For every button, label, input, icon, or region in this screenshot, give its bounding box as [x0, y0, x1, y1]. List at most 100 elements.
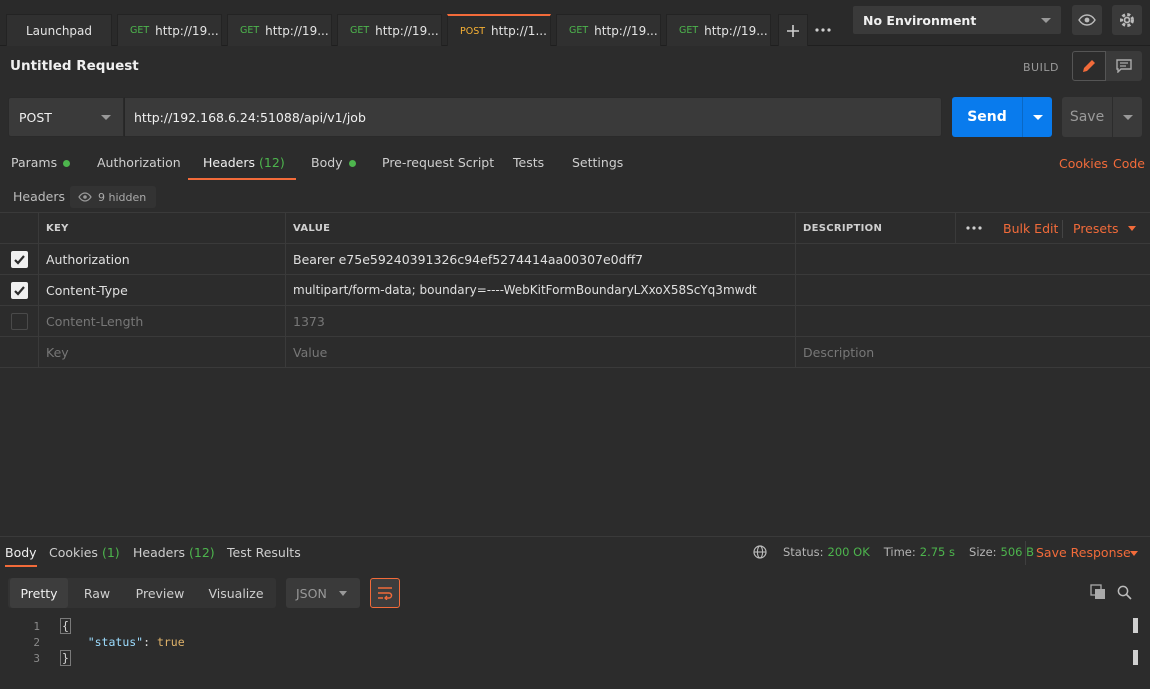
row-checkbox-cell: [0, 306, 38, 336]
response-tab-cookies[interactable]: Cookies (1): [49, 545, 120, 560]
tab-options-button[interactable]: [809, 14, 837, 46]
tab-method: POST: [460, 25, 486, 37]
tab-label: http://19...: [375, 23, 439, 38]
save-response-button[interactable]: Save Response: [1036, 545, 1131, 560]
header-description-cell[interactable]: [795, 306, 1150, 336]
table-row: Authorization Bearer e75e59240391326c94e…: [0, 244, 1150, 275]
environment-quick-look-button[interactable]: [1072, 5, 1102, 35]
view-visualize-button[interactable]: Visualize: [200, 578, 272, 608]
header-enabled-checkbox[interactable]: [10, 281, 28, 299]
eye-icon: [78, 192, 92, 202]
bulk-edit-link[interactable]: Bulk Edit: [1003, 213, 1058, 243]
globe-icon: [753, 545, 767, 559]
tab-request-2[interactable]: GET http://19...: [227, 14, 332, 46]
response-tab-headers-label: Headers: [133, 545, 186, 560]
params-indicator-dot: [63, 160, 71, 167]
build-mode-button[interactable]: [1072, 51, 1106, 81]
url-value: http://192.168.6.24:51088/api/v1/job: [134, 109, 366, 125]
tab-launchpad[interactable]: Launchpad: [6, 14, 112, 46]
response-format-select[interactable]: JSON: [286, 578, 360, 608]
column-options-button[interactable]: [955, 213, 991, 243]
header-enabled-checkbox[interactable]: [10, 312, 28, 330]
column-value: VALUE: [285, 213, 795, 243]
row-checkbox-cell: [0, 244, 38, 274]
cookies-link[interactable]: Cookies: [1059, 156, 1108, 171]
header-value-cell[interactable]: Bearer e75e59240391326c94ef5274414aa0030…: [285, 244, 795, 274]
save-options-button[interactable]: [1112, 97, 1142, 137]
request-title[interactable]: Untitled Request: [10, 58, 139, 74]
row-checkbox-cell: [0, 275, 38, 305]
header-key-cell[interactable]: Authorization: [38, 244, 285, 274]
manage-environments-button[interactable]: [1112, 5, 1142, 35]
tab-request-6[interactable]: GET http://19...: [666, 14, 771, 46]
tab-body[interactable]: Body: [311, 155, 356, 180]
save-button[interactable]: Save: [1062, 97, 1112, 137]
tab-authorization[interactable]: Authorization: [97, 155, 181, 180]
tab-request-4-active[interactable]: POST http://1...: [447, 14, 551, 46]
json-value: true: [156, 635, 185, 649]
header-value-cell[interactable]: 1373: [285, 306, 795, 336]
divider: [1025, 541, 1026, 565]
hidden-headers-toggle[interactable]: 9 hidden: [70, 186, 157, 208]
json-open-brace: {: [60, 618, 71, 634]
header-description-cell[interactable]: [795, 244, 1150, 274]
tab-authorization-label: Authorization: [97, 155, 181, 170]
pencil-icon: [1083, 60, 1095, 72]
tab-settings[interactable]: Settings: [572, 155, 623, 180]
scrollbar-marker[interactable]: [1133, 618, 1138, 633]
view-preview-button[interactable]: Preview: [128, 578, 192, 608]
method-select[interactable]: POST: [8, 97, 124, 137]
response-tab-test-results[interactable]: Test Results: [227, 545, 301, 560]
wrap-lines-icon: [378, 587, 393, 600]
line-number: 1: [33, 620, 40, 633]
response-headers-count: (12): [189, 545, 215, 560]
method-label: POST: [19, 109, 52, 125]
search-icon: [1117, 585, 1132, 600]
tab-headers[interactable]: Headers (12): [188, 155, 296, 180]
tab-params[interactable]: Params: [11, 155, 71, 180]
eye-icon: [1078, 14, 1096, 26]
code-link[interactable]: Code: [1113, 156, 1145, 171]
url-input[interactable]: http://192.168.6.24:51088/api/v1/job: [124, 97, 942, 137]
tab-tests[interactable]: Tests: [513, 155, 544, 180]
new-tab-button[interactable]: [778, 14, 808, 46]
tab-body-label: Body: [311, 155, 343, 170]
chevron-down-icon[interactable]: [1130, 551, 1138, 556]
tab-method: GET: [569, 25, 589, 36]
row-checkbox-cell: [0, 337, 38, 367]
new-value-input[interactable]: Value: [285, 337, 795, 367]
gear-icon: [1120, 13, 1134, 27]
header-key-cell[interactable]: Content-Type: [38, 275, 285, 305]
tab-request-1[interactable]: GET http://19...: [117, 14, 222, 46]
wrap-lines-button[interactable]: [370, 578, 400, 608]
tab-pre-request-script[interactable]: Pre-request Script: [382, 155, 494, 180]
tab-request-3[interactable]: GET http://19...: [337, 14, 442, 46]
comments-button[interactable]: [1106, 51, 1142, 81]
scrollbar-marker[interactable]: [1133, 650, 1138, 665]
response-divider: [0, 536, 1150, 537]
response-tab-headers[interactable]: Headers (12): [133, 545, 215, 560]
tab-request-5[interactable]: GET http://19...: [556, 14, 661, 46]
copy-response-button[interactable]: [1088, 582, 1108, 602]
new-key-input[interactable]: Key: [38, 337, 285, 367]
search-response-button[interactable]: [1114, 582, 1134, 602]
tab-label: http://19...: [704, 23, 768, 38]
header-description-cell[interactable]: [795, 275, 1150, 305]
new-description-input[interactable]: Description: [795, 337, 1150, 367]
status-value: 200 OK: [827, 545, 870, 559]
response-tab-body[interactable]: Body: [5, 545, 37, 567]
header-value-cell[interactable]: multipart/form-data; boundary=----WebKit…: [285, 275, 795, 305]
column-key: KEY: [38, 213, 285, 243]
header-enabled-checkbox[interactable]: [10, 250, 28, 268]
environment-select[interactable]: No Environment: [852, 5, 1062, 35]
presets-dropdown[interactable]: Presets: [1073, 213, 1136, 243]
send-button[interactable]: Send: [952, 97, 1022, 137]
header-key-cell[interactable]: Content-Length: [38, 306, 285, 336]
send-options-button[interactable]: [1022, 97, 1052, 137]
table-row: Content-Length 1373: [0, 306, 1150, 337]
view-raw-button[interactable]: Raw: [72, 578, 122, 608]
size-value: 506 B: [1000, 545, 1035, 559]
json-key: "status": [87, 635, 144, 649]
more-horizontal-icon: [965, 226, 982, 230]
view-pretty-button[interactable]: Pretty: [10, 578, 68, 608]
